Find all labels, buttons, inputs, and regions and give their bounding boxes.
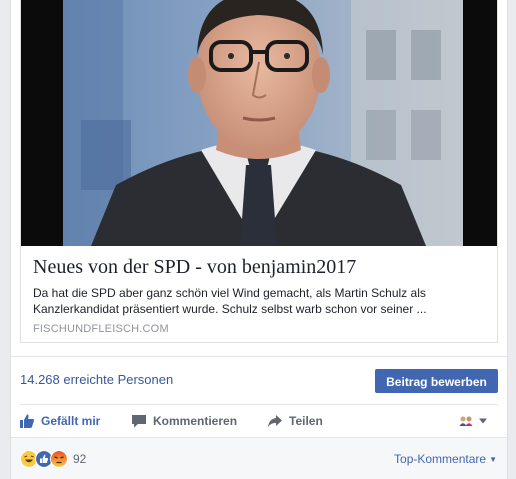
divider (11, 356, 507, 357)
audience-selector[interactable] (458, 412, 488, 430)
friends-avatar-icon (459, 416, 473, 426)
share-label: Teilen (289, 414, 323, 428)
like-button[interactable]: Gefällt mir (19, 407, 100, 435)
angry-icon (50, 450, 68, 468)
comment-label: Kommentieren (153, 414, 238, 428)
caret-down-icon: ▼ (489, 454, 497, 464)
link-preview-image[interactable] (21, 0, 497, 246)
comment-icon (132, 415, 146, 428)
post-card: Neues von der SPD - von benjamin2017 Da … (10, 0, 508, 479)
comments-sort-label: Top-Kommentare (394, 452, 487, 466)
reactions-count: 92 (73, 452, 87, 466)
thumbs-up-icon (20, 414, 35, 428)
boost-post-button[interactable]: Beitrag bewerben (375, 369, 498, 393)
share-button[interactable]: Teilen (267, 407, 323, 435)
link-preview[interactable]: Neues von der SPD - von benjamin2017 Da … (20, 0, 498, 343)
chevron-down-icon (479, 418, 487, 424)
reactions-summary[interactable]: 92 (20, 450, 86, 468)
divider (20, 404, 498, 405)
comments-sort-dropdown[interactable]: Top-Kommentare ▼ (394, 452, 497, 466)
comment-button[interactable]: Kommentieren (131, 407, 237, 435)
share-arrow-icon (268, 415, 282, 427)
link-domain: FISCHUNDFLEISCH.COM (33, 323, 169, 335)
reach-count-link[interactable]: 14.268 erreichte Personen (20, 372, 173, 387)
link-description: Da hat die SPD aber ganz schön viel Wind… (33, 286, 427, 316)
portrait-photo (21, 0, 497, 246)
link-title[interactable]: Neues von der SPD - von benjamin2017 (33, 256, 356, 279)
like-label: Gefällt mir (41, 414, 101, 428)
